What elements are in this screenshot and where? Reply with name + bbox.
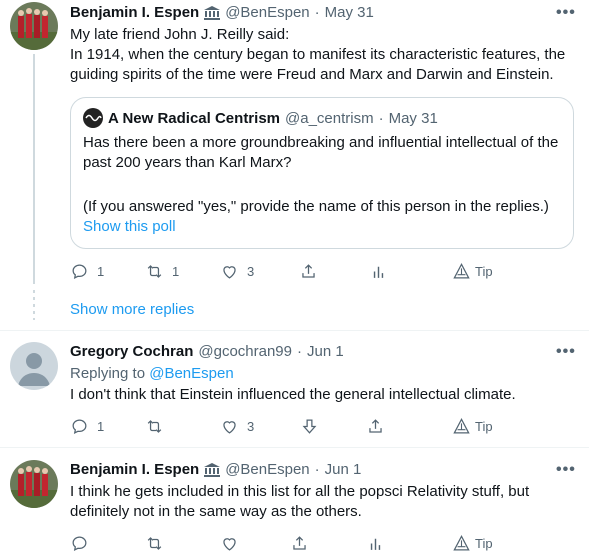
tweet1-header: Benjamin I. Espen @BenEspen · May 31 (70, 4, 374, 21)
tip-icon (453, 535, 470, 551)
tweet-text-line: My late friend John J. Reilly said: (70, 26, 290, 43)
replying-handle-link[interactable]: @BenEspen (149, 365, 233, 382)
heart-icon (223, 421, 236, 434)
quote-author-handle[interactable]: @a_centrism (285, 110, 374, 127)
analytics-button[interactable] (369, 262, 388, 281)
author-handle[interactable]: @BenEspen (225, 4, 309, 21)
reply-icon (72, 264, 87, 279)
more-options-icon[interactable]: ••• (556, 4, 576, 22)
heart-icon (223, 538, 236, 551)
like-button[interactable]: 3 (220, 417, 254, 436)
like-count: 3 (247, 419, 255, 434)
tweet2-header: Gregory Cochran @gcochran99 · Jun 1 (70, 343, 344, 360)
share-icon (369, 419, 382, 433)
tweet3-text: I think he gets included in this list fo… (70, 482, 529, 522)
analytics-icon (373, 266, 384, 278)
separator: · (314, 461, 320, 478)
show-more-replies-link[interactable]: Show more replies (70, 301, 194, 318)
tip-label: Tip (475, 419, 493, 434)
reply-button[interactable] (70, 534, 89, 553)
more-options-icon[interactable]: ••• (556, 461, 576, 479)
separator: · (378, 109, 384, 127)
heart-icon (223, 266, 236, 279)
separator: · (297, 343, 302, 360)
retweet-count: 1 (172, 264, 180, 279)
share-icon (293, 536, 306, 550)
retweet-icon (147, 420, 162, 433)
avatar-ben-espen[interactable] (10, 460, 58, 508)
share-button[interactable] (299, 262, 318, 281)
reply-button[interactable]: 1 (70, 262, 104, 281)
tweet-date[interactable]: Jun 1 (307, 343, 344, 360)
tweet-text-line: I think he gets included in this list fo… (70, 483, 530, 500)
reply-count: 1 (97, 264, 105, 279)
avatar-ben-espen[interactable] (10, 2, 58, 50)
reply-icon (72, 419, 87, 434)
quote-date: May 31 (388, 109, 438, 127)
avatar-gregory-cochran[interactable] (10, 342, 58, 390)
share-icon (302, 264, 315, 278)
downvote-button[interactable] (300, 417, 319, 436)
tweet-text-line: In 1914, when the century began to manif… (70, 46, 566, 63)
tweet-text-line: guiding spirits of the time were Freud a… (70, 66, 554, 83)
tweet-date[interactable]: May 31 (325, 4, 374, 21)
retweet-icon (147, 265, 162, 278)
quote-text-line (83, 173, 558, 193)
more-options-icon[interactable]: ••• (556, 343, 576, 361)
like-button[interactable]: 3 (220, 262, 254, 281)
author-name[interactable]: Benjamin I. Espen (70, 461, 199, 478)
like-button[interactable] (220, 534, 239, 553)
thread-connector (33, 54, 35, 284)
museum-icon (204, 5, 221, 20)
tweet-text-line: definitely not in the same way as the ot… (70, 503, 362, 520)
quote-avatar (83, 108, 103, 128)
replying-to: Replying to @BenEspen (70, 364, 234, 384)
reply-icon (72, 536, 87, 551)
tweet-text-line: I don't think that Einstein influenced t… (70, 386, 516, 403)
divider (0, 447, 589, 448)
museum-icon (204, 462, 221, 477)
author-name[interactable]: Benjamin I. Espen (70, 4, 199, 21)
author-handle[interactable]: @gcochran99 (198, 343, 292, 360)
quote-text-line: (If you answered "yes," provide the name… (83, 198, 549, 215)
like-count: 3 (247, 264, 255, 279)
quoted-tweet[interactable]: A New Radical Centrism @a_centrism · May… (70, 97, 574, 249)
tweet1-text: My late friend John J. Reilly said: In 1… (70, 25, 565, 85)
share-button[interactable] (366, 417, 385, 436)
reply-button[interactable]: 1 (70, 417, 104, 436)
retweet-button[interactable] (145, 417, 164, 436)
tip-button[interactable]: Tip (452, 534, 493, 553)
retweet-button[interactable]: 1 (145, 262, 179, 281)
downvote-icon (302, 419, 317, 434)
show-poll-link[interactable]: Show this poll (83, 218, 176, 235)
tip-icon (453, 263, 470, 279)
quote-text-line: past 200 years than Karl Marx? (83, 154, 292, 171)
tweet3-header: Benjamin I. Espen @BenEspen · Jun 1 (70, 461, 361, 478)
retweet-icon (147, 537, 162, 550)
tip-button[interactable]: Tip (452, 262, 493, 281)
author-handle[interactable]: @BenEspen (225, 461, 309, 478)
quote-author-name[interactable]: A New Radical Centrism (108, 110, 280, 127)
reply-count: 1 (97, 419, 105, 434)
quote-header: A New Radical Centrism @a_centrism · May… (83, 108, 438, 128)
tweet-date[interactable]: Jun 1 (325, 461, 362, 478)
replying-prefix: Replying to (70, 365, 150, 382)
divider (0, 330, 589, 331)
quote-text: Has there been a more groundbreaking and… (83, 133, 558, 217)
tip-label: Tip (475, 264, 493, 279)
retweet-button[interactable] (145, 534, 164, 553)
tip-icon (453, 418, 470, 434)
author-name[interactable]: Gregory Cochran (70, 343, 193, 360)
analytics-button[interactable] (366, 534, 385, 553)
tip-button[interactable]: Tip (452, 417, 493, 436)
thread-dots (33, 290, 35, 320)
tip-label: Tip (475, 536, 493, 551)
quote-text-line: Has there been a more groundbreaking and… (83, 134, 559, 151)
analytics-icon (370, 538, 381, 550)
share-button[interactable] (290, 534, 309, 553)
separator: · (314, 4, 320, 21)
